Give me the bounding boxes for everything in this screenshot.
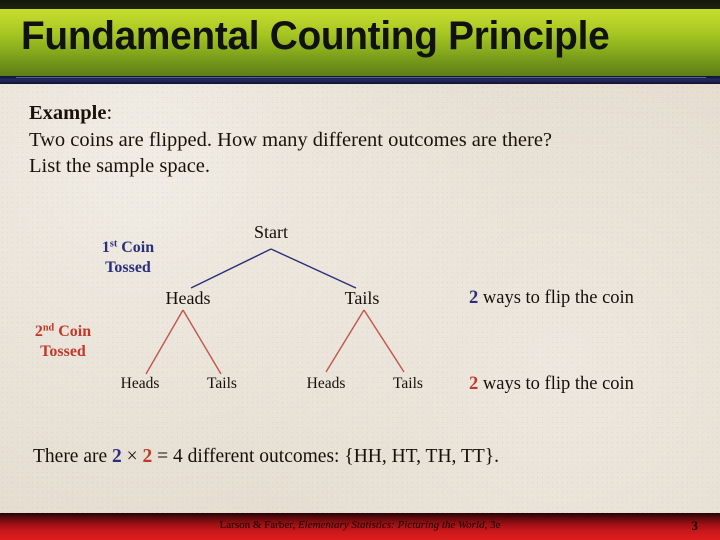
example-text: Example: Two coins are flipped. How many… [29, 100, 689, 180]
footer-authors: Larson & Farber, [219, 519, 298, 531]
level-1-word: Coin [117, 239, 155, 256]
example-label: Example [29, 102, 107, 124]
conclusion-pre: There are [33, 446, 113, 467]
example-heading-line: Example: [29, 100, 689, 127]
conclusion-times: × [121, 446, 143, 467]
level-2-number: 2 [34, 323, 43, 340]
ways-annotation-level2: 2 ways to flip the coin [469, 374, 634, 395]
level-2-label-line1: 2nd Coin [17, 322, 109, 342]
branch-start-to-tails [270, 248, 357, 289]
ways-text-level1: ways to flip the coin [478, 288, 634, 308]
navy-divider-highlight [16, 77, 706, 78]
ways-text-level2: ways to flip the coin [478, 374, 634, 394]
branch-tails-to-tails [363, 309, 405, 373]
example-line-2: List the sample space. [29, 155, 211, 177]
example-line-1: Two coins are flipped. How many differen… [29, 128, 553, 151]
tree-node-level2-heads-2: Heads [306, 375, 346, 392]
page-title: Fundamental Counting Principle [21, 14, 610, 58]
tree-node-start: Start [254, 222, 288, 242]
footer-edition: , 3e [484, 519, 501, 531]
level-2-label-line2: Tossed [40, 343, 86, 360]
branch-tails-to-heads [325, 309, 365, 373]
conclusion-text: There are 2 × 2 = 4 different outcomes: … [33, 446, 499, 468]
branch-heads-to-heads [145, 309, 184, 375]
level-2-word: Coin [54, 323, 92, 340]
conclusion-factor-2: 2 [142, 446, 153, 467]
footer-book-title: Elementary Statistics: Picturing the Wor… [297, 519, 485, 531]
level-2-label: 2nd Coin Tossed [17, 322, 109, 362]
level-2-ordinal-suffix: nd [42, 322, 55, 334]
ways-count-level1: 2 [469, 288, 479, 308]
tree-node-level2-heads-1: Heads [120, 375, 160, 392]
tree-node-level2-tails-1: Tails [207, 375, 237, 392]
tree-node-level1-heads: Heads [165, 288, 211, 308]
tree-node-level2-tails-2: Tails [393, 375, 423, 392]
footer-citation: Larson & Farber, Elementary Statistics: … [0, 519, 720, 531]
level-1-label-line2: Tossed [105, 259, 151, 276]
conclusion-factor-1: 2 [112, 446, 122, 467]
level-1-number: 1 [101, 239, 110, 256]
level-1-label: 1st Coin Tossed [82, 238, 174, 278]
slide: Fundamental Counting Principle Example: … [0, 0, 720, 540]
conclusion-post: = 4 different outcomes: {HH, HT, TH, TT}… [152, 446, 499, 467]
tree-node-level1-tails: Tails [344, 288, 380, 308]
ways-annotation-level1: 2 ways to flip the coin [469, 288, 634, 309]
page-number: 3 [691, 518, 699, 533]
branch-heads-to-tails [182, 309, 222, 375]
level-1-label-line1: 1st Coin [82, 238, 174, 258]
example-colon: : [106, 102, 113, 124]
ways-count-level2: 2 [469, 374, 479, 394]
top-black-strip [0, 0, 720, 9]
branch-start-to-heads [190, 248, 272, 289]
